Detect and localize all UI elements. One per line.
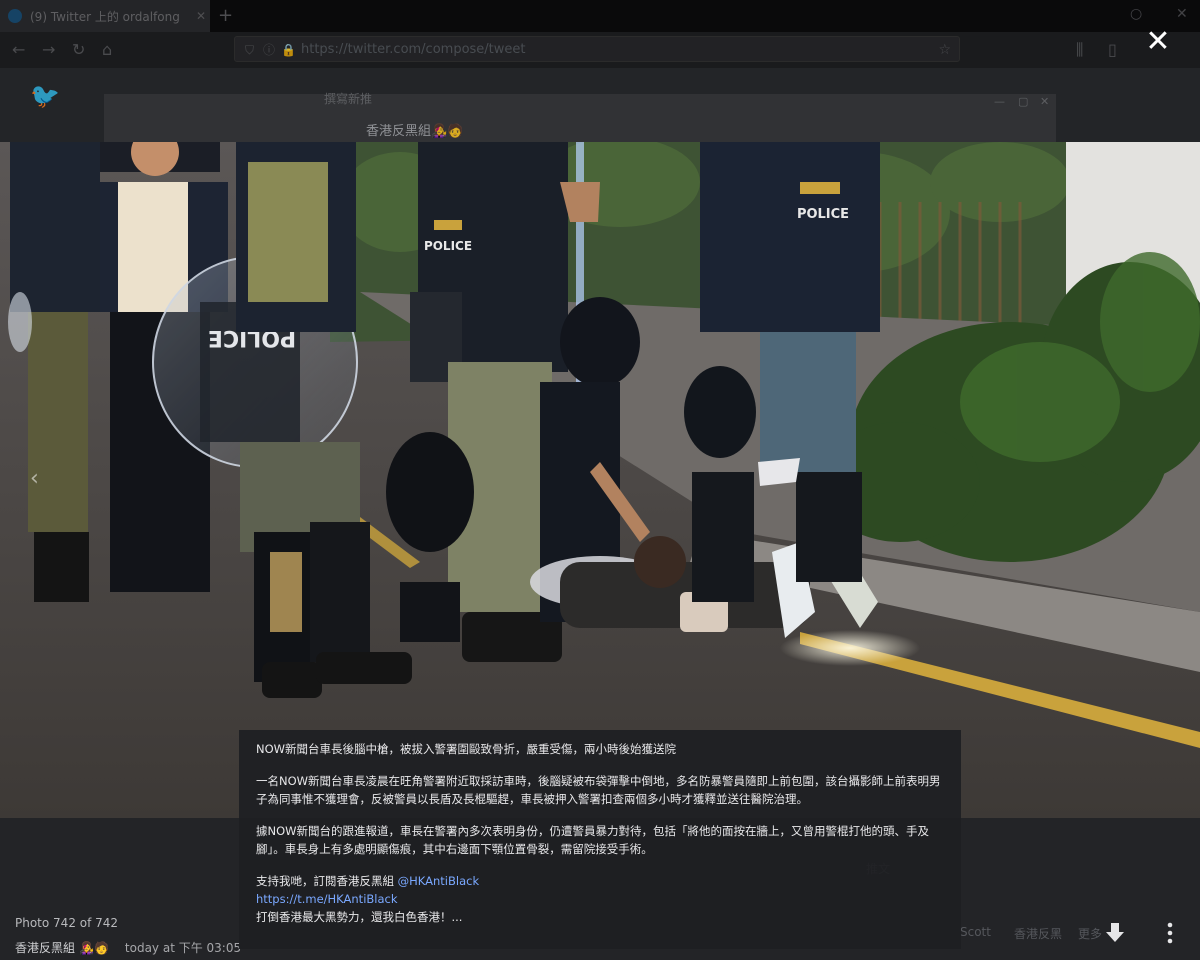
caption-telegram-link[interactable]: https://t.me/HKAntiBlack [256,890,945,908]
photo-author-line: 香港反黑組 👩‍🎤🧑 today at 下午 03:05 [15,939,241,956]
caption-headline: NOW新聞台車長後腦中槍，被拔入警署圍毆致骨折，嚴重受傷，兩小時後始獲送院 [256,742,677,756]
news-photo: POLICE POLICE POLICE [0,142,1200,818]
caption-paragraph-2: 據NOW新聞台的跟進報道，車長在警署內多次表明身份，仍遭警員暴力對待，包括「將他… [256,824,930,856]
author-emoji: 👩‍🎤🧑 [79,940,109,955]
background-link-antiblack: 香港反黑 [1014,927,1063,941]
more-options-icon[interactable] [1162,921,1178,945]
screen: (9) Twitter 上的 ordalfong ✕ + ○ ✕ ← → ↻ ⌂… [0,0,1200,960]
caption-handle-link[interactable]: @HKAntiBlack [398,874,479,888]
close-viewer-button[interactable]: ✕ [1144,27,1172,57]
download-icon[interactable] [1104,921,1126,945]
vest-police-text-left: POLICE [424,239,472,253]
photo-counter: Photo 742 of 742 [15,916,119,930]
caption-slogan: 打倒香港最大黑勢力，還我白色香港！... [256,910,463,924]
caption-support-line: 支持我哋，訂閱香港反黑組 @HKAntiBlack [256,872,945,890]
post-timestamp: today at 下午 03:05 [124,941,242,955]
vest-police-text-right: POLICE [797,207,849,222]
background-link-more: 更多 [1078,927,1103,941]
caption-support-text: 支持我哋，訂閱香港反黑組 [256,874,398,888]
background-link-scott: Scott [960,925,991,939]
previous-photo-arrow-icon[interactable]: ‹ [30,466,39,491]
author-name[interactable]: 香港反黑組 [15,939,75,956]
photo-caption: NOW新聞台車長後腦中槍，被拔入警署圍毆致骨折，嚴重受傷，兩小時後始獲送院 一名… [239,730,961,949]
caption-paragraph-1: 一名NOW新聞台車長凌晨在旺角警署附近取採訪車時，後腦疑被布袋彈擊中倒地，多名防… [256,774,941,806]
